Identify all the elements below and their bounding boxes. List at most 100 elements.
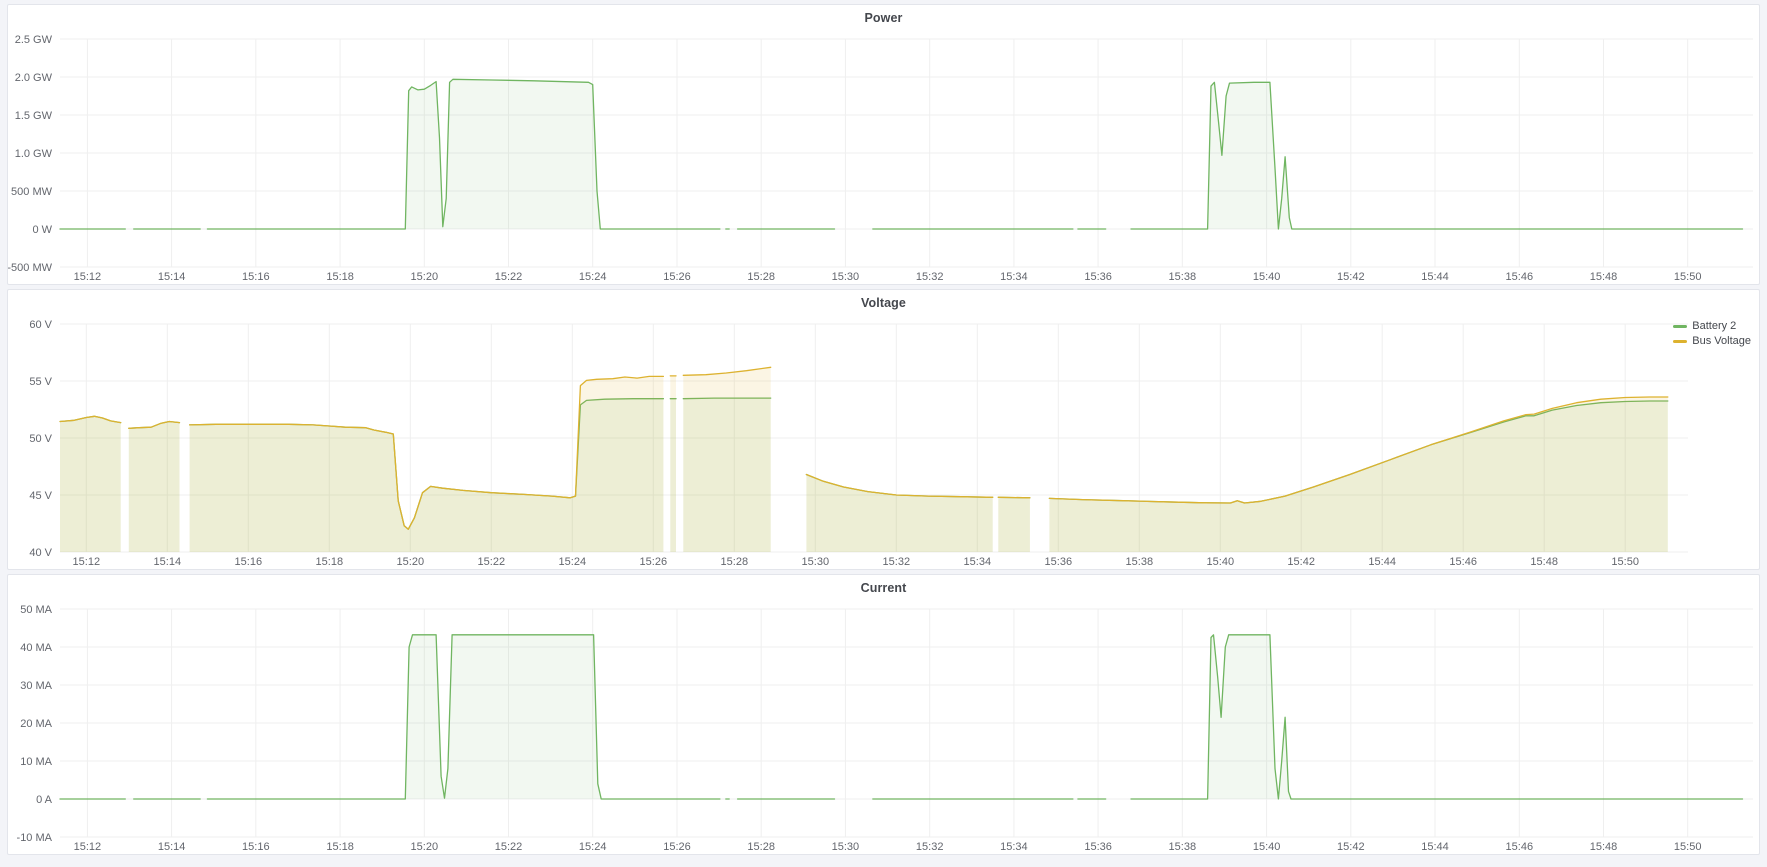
x-axis-tick-label: 15:38 (1126, 556, 1154, 568)
y-axis-tick-label: 60 V (29, 319, 52, 331)
y-axis-tick-label: -500 MW (8, 262, 53, 274)
x-axis-tick-label: 15:32 (916, 271, 944, 283)
series-area (998, 497, 1030, 552)
x-axis-tick-label: 15:38 (1169, 841, 1197, 853)
y-axis-tick-label: 0 A (36, 794, 53, 806)
x-axis-tick-label: 15:22 (495, 841, 523, 853)
x-axis-tick-label: 15:36 (1045, 556, 1073, 568)
current-chart[interactable]: 50 MA40 MA30 MA20 MA10 MA0 A-10 MA15:121… (8, 601, 1759, 854)
x-axis-tick-label: 15:32 (916, 841, 944, 853)
y-axis-tick-label: 30 MA (20, 680, 52, 692)
y-axis-tick-label: 1.5 GW (15, 110, 53, 122)
x-axis-tick-label: 15:28 (721, 556, 749, 568)
panel-title-power[interactable]: Power (8, 5, 1759, 31)
x-axis-tick-label: 15:44 (1368, 556, 1396, 568)
x-axis-tick-label: 15:28 (747, 841, 775, 853)
x-axis-tick-label: 15:42 (1337, 841, 1365, 853)
y-axis-tick-label: 500 MW (11, 186, 53, 198)
x-axis-tick-label: 15:14 (154, 556, 182, 568)
series-area (683, 367, 770, 552)
x-axis-tick-label: 15:18 (326, 841, 354, 853)
x-axis-tick-label: 15:14 (158, 271, 186, 283)
x-axis-tick-label: 15:26 (640, 556, 668, 568)
x-axis-tick-label: 15:24 (579, 271, 607, 283)
x-axis-tick-label: 15:30 (802, 556, 830, 568)
legend-swatch-battery-2 (1673, 325, 1687, 328)
y-axis-tick-label: 2.5 GW (15, 34, 53, 46)
series-area (207, 79, 720, 229)
x-axis-tick-label: 15:34 (1000, 271, 1028, 283)
x-axis-tick-label: 15:50 (1611, 556, 1639, 568)
x-axis-tick-label: 15:18 (326, 271, 354, 283)
panel-current: Current 50 MA40 MA30 MA20 MA10 MA0 A-10 … (7, 574, 1760, 855)
x-axis-tick-label: 15:46 (1506, 841, 1534, 853)
x-axis-tick-label: 15:16 (242, 841, 270, 853)
series-area (129, 422, 180, 553)
legend-label-battery-2: Battery 2 (1692, 320, 1736, 332)
x-axis-tick-label: 15:30 (832, 841, 860, 853)
y-axis-tick-label: 55 V (29, 376, 52, 388)
series-area (190, 376, 664, 552)
x-axis-tick-label: 15:32 (883, 556, 911, 568)
y-axis-tick-label: 1.0 GW (15, 148, 53, 160)
x-axis-tick-label: 15:46 (1506, 271, 1534, 283)
x-axis-tick-label: 15:44 (1421, 271, 1449, 283)
x-axis-tick-label: 15:20 (411, 271, 439, 283)
legend-item-bus-voltage[interactable]: Bus Voltage (1673, 335, 1751, 347)
x-axis-tick-label: 15:28 (747, 271, 775, 283)
y-axis-tick-label: 0 W (32, 224, 52, 236)
x-axis-tick-label: 15:24 (579, 841, 607, 853)
y-axis-tick-label: 45 V (29, 490, 52, 502)
y-axis-tick-label: 50 MA (20, 604, 52, 616)
x-axis-tick-label: 15:48 (1590, 841, 1618, 853)
x-axis-tick-label: 15:34 (1000, 841, 1028, 853)
series-area (1049, 397, 1667, 552)
x-axis-tick-label: 15:16 (235, 556, 263, 568)
x-axis-tick-label: 15:24 (559, 556, 587, 568)
y-axis-tick-label: 40 MA (20, 642, 52, 654)
series-line (998, 497, 1030, 498)
y-axis-tick-label: 40 V (29, 547, 52, 559)
x-axis-tick-label: 15:46 (1449, 556, 1477, 568)
series-area (670, 376, 676, 552)
y-axis-tick-label: 10 MA (20, 756, 52, 768)
x-axis-tick-label: 15:42 (1287, 556, 1315, 568)
legend-item-battery-2[interactable]: Battery 2 (1673, 320, 1751, 332)
x-axis-tick-label: 15:36 (1084, 841, 1112, 853)
panel-title-voltage[interactable]: Voltage (8, 290, 1759, 316)
x-axis-tick-label: 15:40 (1253, 271, 1281, 283)
x-axis-tick-label: 15:26 (663, 271, 691, 283)
x-axis-tick-label: 15:12 (74, 271, 102, 283)
x-axis-tick-label: 15:14 (158, 841, 186, 853)
y-axis-tick-label: 50 V (29, 433, 52, 445)
x-axis-tick-label: 15:16 (242, 271, 270, 283)
series-area (1131, 635, 1743, 799)
series-area (806, 475, 992, 553)
x-axis-tick-label: 15:40 (1207, 556, 1235, 568)
y-axis-tick-label: 2.0 GW (15, 72, 53, 84)
x-axis-tick-label: 15:34 (964, 556, 992, 568)
x-axis-tick-label: 15:50 (1674, 271, 1702, 283)
voltage-legend: Battery 2 Bus Voltage (1673, 320, 1751, 347)
legend-swatch-bus-voltage (1673, 340, 1687, 343)
x-axis-tick-label: 15:12 (73, 556, 101, 568)
x-axis-tick-label: 15:48 (1530, 556, 1558, 568)
x-axis-tick-label: 15:40 (1253, 841, 1281, 853)
x-axis-tick-label: 15:48 (1590, 271, 1618, 283)
series-area (207, 635, 720, 799)
legend-label-bus-voltage: Bus Voltage (1692, 335, 1751, 347)
panel-voltage: Voltage Battery 2 Bus Voltage 60 V 55 V 50… (7, 289, 1760, 570)
x-axis-tick-label: 15:36 (1084, 271, 1112, 283)
panel-title-current[interactable]: Current (8, 575, 1759, 601)
x-axis-tick-label: 15:22 (478, 556, 506, 568)
x-axis-tick-label: 15:22 (495, 271, 523, 283)
voltage-chart[interactable]: 60 V 55 V 50 V 45 V 40 V 15:12 15:14 15:16 15:18… (8, 316, 1759, 569)
x-axis-tick-label: 15:38 (1169, 271, 1197, 283)
x-axis-tick-label: 15:30 (832, 271, 860, 283)
power-chart[interactable]: 2.5 GW 2.0 GW 1.5 GW 1.0 GW 500 MW 0 W -500 MW… (8, 31, 1759, 284)
series-area (60, 416, 121, 552)
x-axis-tick-label: 15:20 (411, 841, 439, 853)
x-axis-tick-label: 15:44 (1421, 841, 1449, 853)
x-axis-tick-label: 15:18 (316, 556, 344, 568)
x-axis-tick-label: 15:42 (1337, 271, 1365, 283)
